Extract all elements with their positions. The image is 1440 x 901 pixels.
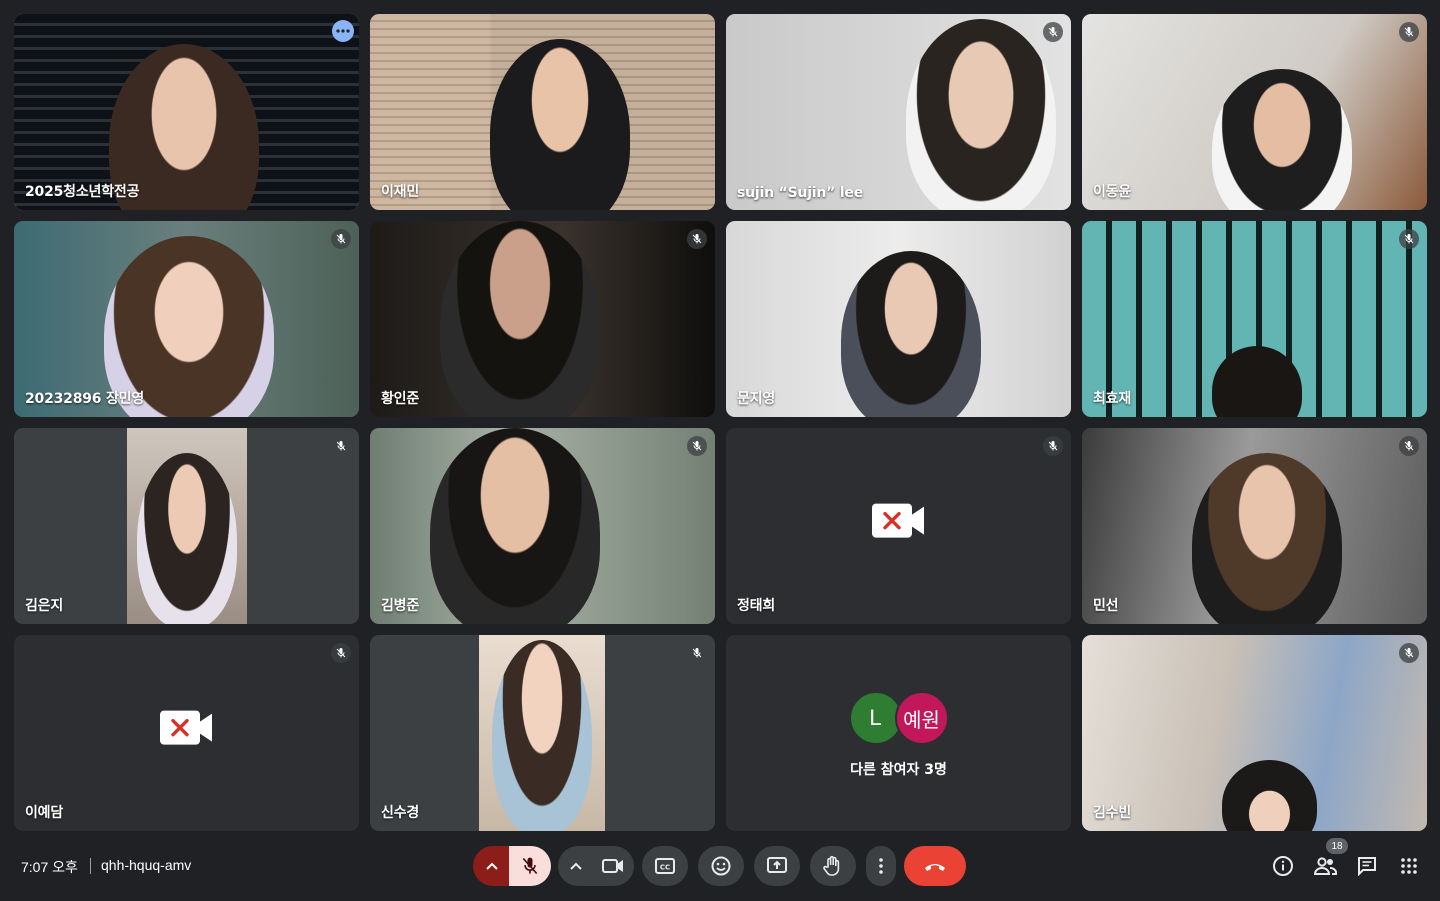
more-options-button[interactable] <box>866 846 896 886</box>
camera-off-icon <box>871 502 926 544</box>
muted-mic-icon <box>331 436 351 456</box>
participant-name: sujin “Sujin” lee <box>737 185 864 201</box>
others-tile[interactable]: L 예원 다른 참여자 3명 <box>726 635 1071 831</box>
present-screen-icon <box>767 857 787 873</box>
people-button[interactable] <box>1312 853 1338 879</box>
participant-video <box>370 221 715 417</box>
mic-off-icon <box>522 857 538 875</box>
participant-tile[interactable]: 이재민 <box>370 14 715 210</box>
participant-video <box>1082 635 1427 831</box>
muted-mic-icon <box>1043 22 1063 42</box>
microphone-group <box>473 846 551 886</box>
leave-call-button[interactable] <box>904 846 966 886</box>
participant-name: 최효재 <box>1093 391 1132 407</box>
chevron-up-icon <box>570 862 582 870</box>
chat-icon <box>1358 857 1376 876</box>
activities-button[interactable] <box>1396 853 1422 879</box>
participant-video <box>479 635 605 831</box>
more-vert-icon <box>879 858 883 874</box>
meeting-code: qhh-hquq-amv <box>101 857 192 873</box>
participant-tile[interactable]: 김수빈 <box>1082 635 1427 831</box>
emoji-reactions-button[interactable] <box>698 846 744 886</box>
clock: 7:07 오후 <box>21 859 78 875</box>
muted-mic-icon <box>1043 436 1063 456</box>
participant-tile[interactable]: 2025청소년학전공 <box>14 14 359 210</box>
participant-name: 이재민 <box>381 184 420 200</box>
participant-name: 이동윤 <box>1093 184 1132 200</box>
grid-apps-icon <box>1401 858 1417 874</box>
end-call-icon <box>925 864 945 871</box>
camera-toggle-button[interactable] <box>593 846 633 886</box>
present-screen-button[interactable] <box>754 846 800 886</box>
participant-tile[interactable]: sujin “Sujin” lee <box>726 14 1071 210</box>
raise-hand-button[interactable] <box>810 846 856 886</box>
meeting-details-button[interactable] <box>1270 853 1296 879</box>
participant-tile[interactable]: 김은지 <box>14 428 359 624</box>
muted-mic-icon <box>331 643 351 663</box>
participant-video <box>370 428 715 624</box>
others-avatars: L 예원 <box>848 691 949 745</box>
participant-tile[interactable]: 황인준 <box>370 221 715 417</box>
captions-button[interactable]: CC <box>642 846 688 886</box>
participant-tile[interactable]: 20232896 장민영 <box>14 221 359 417</box>
participant-tile[interactable]: 이예담 <box>14 635 359 831</box>
chat-button[interactable] <box>1354 853 1380 879</box>
muted-mic-icon <box>687 643 707 663</box>
svg-text:CC: CC <box>660 864 670 872</box>
muted-mic-icon <box>1399 229 1419 249</box>
participant-tile[interactable]: 최효재 <box>1082 221 1427 417</box>
others-count-label: 다른 참여자 3명 <box>850 762 947 778</box>
participant-name: 20232896 장민영 <box>25 391 145 407</box>
bottom-control-bar: 7:07 오후 qhh-hquq-amv CC 18 <box>0 831 1440 901</box>
muted-mic-icon <box>1399 22 1419 42</box>
participant-name: 김은지 <box>25 598 64 614</box>
participant-tile[interactable]: 정태희 <box>726 428 1071 624</box>
participant-name: 정태희 <box>737 598 776 614</box>
participant-video <box>370 14 715 210</box>
participant-name: 2025청소년학전공 <box>25 184 140 200</box>
muted-mic-icon <box>1399 643 1419 663</box>
participant-tile[interactable]: 이동윤 <box>1082 14 1427 210</box>
participant-video <box>127 428 247 624</box>
participant-name: 김병준 <box>381 598 420 614</box>
muted-mic-icon <box>687 436 707 456</box>
raise-hand-icon <box>823 855 840 876</box>
camera-options-button[interactable] <box>559 846 593 886</box>
camera-icon <box>602 859 623 873</box>
people-icon <box>1313 857 1337 875</box>
mic-options-button[interactable] <box>473 846 511 886</box>
participant-video <box>1082 221 1427 417</box>
captions-icon: CC <box>655 858 675 874</box>
divider <box>90 858 91 874</box>
participant-video <box>1082 14 1427 210</box>
participant-name: 문지영 <box>737 391 776 407</box>
participant-tile[interactable]: 문지영 <box>726 221 1071 417</box>
more-options-icon[interactable] <box>332 20 354 42</box>
participant-name: 이예담 <box>25 805 64 821</box>
info-icon <box>1273 856 1293 876</box>
camera-group <box>558 846 634 886</box>
participant-name: 황인준 <box>381 391 420 407</box>
chevron-up-icon <box>486 862 498 870</box>
participant-video <box>726 14 1071 210</box>
participant-name: 김수빈 <box>1093 805 1132 821</box>
participant-video <box>1082 428 1427 624</box>
participant-name: 신수경 <box>381 805 420 821</box>
muted-mic-icon <box>331 229 351 249</box>
participant-name: 민선 <box>1093 598 1119 614</box>
participant-tile[interactable]: 민선 <box>1082 428 1427 624</box>
muted-mic-icon <box>687 229 707 249</box>
muted-mic-icon <box>1399 436 1419 456</box>
participant-tile[interactable]: 김병준 <box>370 428 715 624</box>
emoji-icon <box>711 856 731 876</box>
participant-video <box>726 221 1071 417</box>
microphone-toggle-button[interactable] <box>509 846 551 886</box>
camera-off-icon <box>159 709 214 751</box>
participant-grid: 2025청소년학전공 이재민 sujin “Sujin” lee 이동윤 202… <box>14 14 1427 831</box>
avatar: 예원 <box>894 691 949 745</box>
participant-tile[interactable]: 신수경 <box>370 635 715 831</box>
people-count-badge: 18 <box>1326 838 1348 854</box>
